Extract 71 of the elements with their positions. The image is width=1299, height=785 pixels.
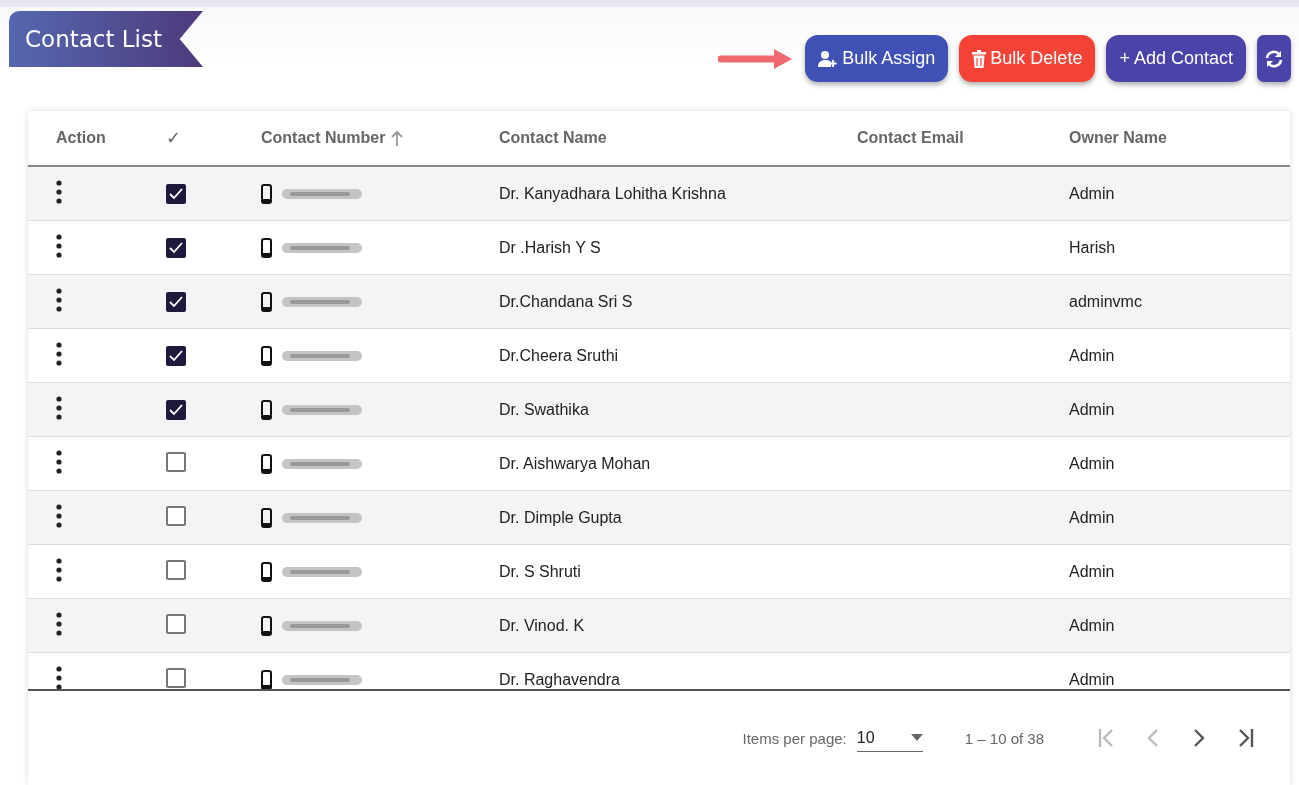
sort-arrow-icon[interactable] bbox=[391, 130, 404, 146]
contact-name: Dr.Cheera Sruthi bbox=[499, 346, 620, 365]
row-checkbox[interactable] bbox=[166, 559, 186, 580]
more-icon[interactable] bbox=[56, 449, 62, 474]
refresh-button[interactable] bbox=[1257, 35, 1291, 82]
contact-name: Dr .Harish Y S bbox=[499, 238, 602, 257]
row-checkbox[interactable] bbox=[166, 505, 186, 526]
phone-icon bbox=[261, 561, 272, 582]
contact-name: Dr. Vinod. K bbox=[499, 616, 586, 635]
contact-name: Dr. Raghavendra bbox=[499, 670, 621, 689]
contact-name: Dr. Swathika bbox=[499, 400, 590, 419]
row-checkbox[interactable] bbox=[166, 613, 186, 634]
owner-name: Admin bbox=[1069, 670, 1116, 689]
column-header: Contact Name bbox=[499, 129, 607, 147]
refresh-icon bbox=[1264, 48, 1284, 69]
owner-name: Admin bbox=[1069, 454, 1116, 473]
owner-name: Admin bbox=[1069, 562, 1116, 581]
phone-icon bbox=[261, 669, 272, 689]
contact-name: Dr. S Shruti bbox=[499, 562, 582, 581]
more-icon[interactable] bbox=[56, 341, 62, 366]
row-checkbox[interactable] bbox=[166, 667, 186, 688]
owner-name: Admin bbox=[1069, 400, 1116, 419]
contact-name: Dr. Kanyadhara Lohitha Krishna bbox=[499, 184, 727, 203]
column-header: Action bbox=[56, 129, 106, 147]
owner-name: Admin bbox=[1069, 616, 1116, 635]
action-button[interactable]: Bulk Assign bbox=[805, 35, 949, 82]
owner-name: Admin bbox=[1069, 184, 1116, 203]
more-icon[interactable] bbox=[56, 179, 62, 204]
more-icon[interactable] bbox=[56, 503, 62, 528]
row-checkbox[interactable] bbox=[166, 451, 186, 472]
column-header: Contact Email bbox=[857, 129, 964, 147]
phone-icon bbox=[261, 399, 272, 420]
phone-icon bbox=[261, 507, 272, 528]
contact-name: Dr. Aishwarya Mohan bbox=[499, 454, 652, 473]
dropdown-icon bbox=[910, 734, 923, 741]
column-header: Owner Name bbox=[1069, 129, 1167, 147]
trash-icon bbox=[972, 49, 987, 68]
page-size-select[interactable]: 10 bbox=[856, 724, 923, 752]
row-checkbox[interactable] bbox=[166, 237, 186, 258]
more-icon[interactable] bbox=[56, 287, 62, 312]
more-icon[interactable] bbox=[56, 611, 62, 636]
more-icon[interactable] bbox=[56, 557, 62, 582]
phone-icon bbox=[261, 453, 272, 474]
column-header: ✓ bbox=[166, 127, 181, 149]
phone-icon bbox=[261, 183, 272, 204]
contact-name: Dr.Chandana Sri S bbox=[499, 292, 634, 311]
row-checkbox[interactable] bbox=[166, 345, 186, 366]
owner-name: Admin bbox=[1069, 508, 1116, 527]
chevron-right-icon bbox=[1192, 727, 1206, 749]
owner-name: Admin bbox=[1069, 346, 1116, 365]
items-per-page-label: Items per page: bbox=[742, 729, 847, 747]
phone-icon bbox=[261, 345, 272, 366]
action-button[interactable]: + Add Contact bbox=[1106, 35, 1246, 82]
action-button[interactable]: Bulk Delete bbox=[959, 35, 1096, 82]
phone-icon bbox=[261, 291, 272, 312]
phone-icon bbox=[261, 237, 272, 258]
phone-icon bbox=[261, 615, 272, 636]
column-header[interactable]: Contact Number bbox=[261, 129, 386, 147]
more-icon[interactable] bbox=[56, 233, 62, 258]
owner-name: Harish bbox=[1069, 238, 1117, 257]
range-label: 1 – 10 of 38 bbox=[964, 729, 1044, 747]
page-title: Contact List bbox=[9, 11, 203, 67]
row-checkbox[interactable] bbox=[166, 291, 186, 312]
add-user-icon bbox=[818, 49, 839, 68]
row-checkbox[interactable] bbox=[166, 399, 186, 420]
more-icon[interactable] bbox=[56, 395, 62, 420]
owner-name: adminvmc bbox=[1069, 292, 1143, 311]
row-checkbox[interactable] bbox=[166, 183, 186, 204]
contact-name: Dr. Dimple Gupta bbox=[499, 508, 623, 527]
chevron-left-icon bbox=[1146, 727, 1160, 749]
more-icon[interactable] bbox=[56, 665, 62, 689]
